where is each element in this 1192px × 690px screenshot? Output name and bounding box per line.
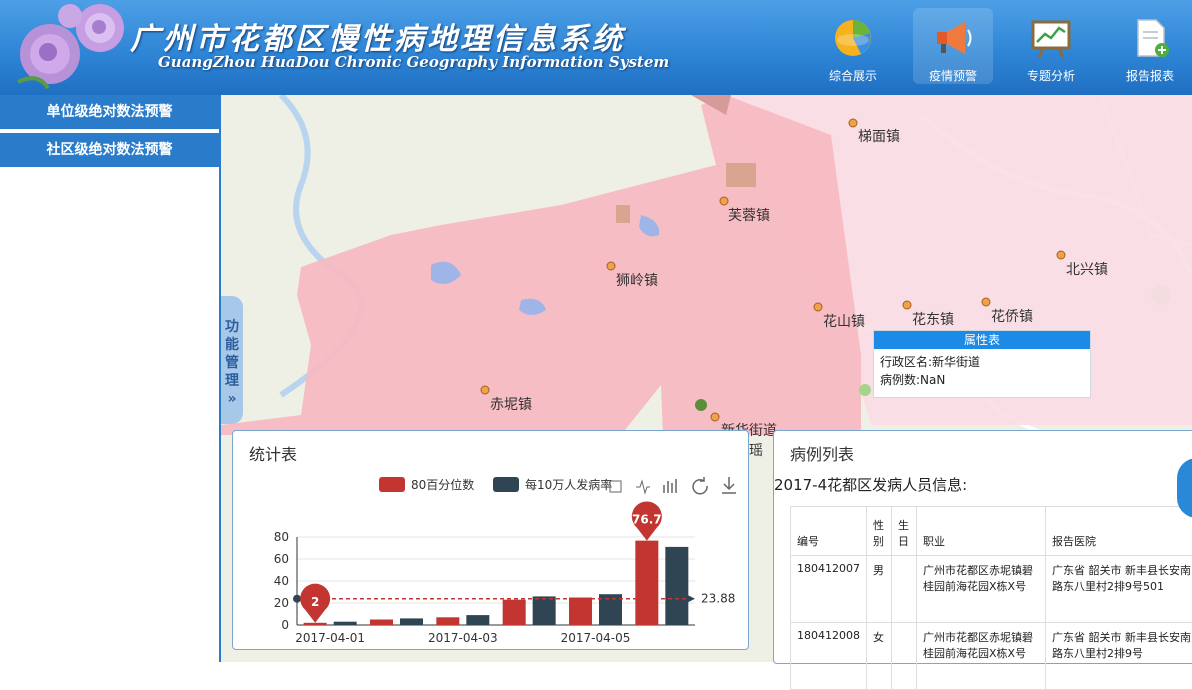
column-header-id: 编号 [791,507,867,556]
sidebar-item-community-warning[interactable]: 社区级绝对数法预警 [0,133,219,167]
bar-incidence [466,615,489,625]
statistics-panel: 统计表 0204060802017-04-012017-04-032017-04… [232,430,749,650]
bar-incidence [334,622,357,625]
town-label-timian: 梯面镇 [858,126,900,146]
average-markline-start [293,595,301,603]
bar-incidence [665,547,688,625]
nav-report[interactable]: 报告报表 [1110,8,1190,84]
statistics-chart: 0 20 40 60 80 2017-04-01 2017-04-03 2017-04-05 2… [233,431,748,649]
bar-switch-icon [664,479,676,493]
cell-occupation: 广州市花都区赤坭镇碧桂园前海花园X栋X号 [917,556,1046,623]
legend-label: 每10万人发病率 [525,477,612,492]
bar-percentile80 [436,617,459,625]
y-tick-label: 20 [274,596,289,610]
average-markline-arrow [687,595,695,603]
y-tick-label: 60 [274,552,289,566]
attribute-popup-title: 属性表 [874,331,1090,349]
attribute-popup: 属性表 行政区名:新华街道 病例数:NaN [873,330,1091,398]
app-title-cn: 广州市花都区慢性病地理信息系统 [130,14,625,58]
case-table: 编号 性别 生日 职业 报告医院 180412007 男 广州市花都区赤坭镇碧桂… [790,506,1192,690]
column-header-hospital: 报告医院 [1046,507,1192,556]
rose-logo-icon [8,2,128,92]
town-label-beixing: 北兴镇 [1066,259,1108,279]
case-list-subtitle: 2017-4花都区发病人员信息: [774,474,967,495]
app-title-en: GuangZhou HuaDou Chronic Geography Infor… [158,53,669,71]
bar-incidence [599,594,622,625]
legend-swatch [379,477,405,492]
cell-occupation: 广州市花都区赤坭镇碧桂园前海花园X栋X号 [917,623,1046,690]
nav-overview[interactable]: 综合展示 [813,8,893,84]
cell-hospital: 广东省 韶关市 新丰县长安南路东八里村2排9号501 [1046,556,1192,623]
x-tick-label: 2017-04-05 [561,631,631,645]
nav-thematic-analysis-label: 专题分析 [1011,67,1091,84]
save-image-icon [722,477,736,493]
sidebar-item-unit-warning[interactable]: 单位级绝对数法预警 [0,95,219,129]
column-header-occupation: 职业 [917,507,1046,556]
table-row[interactable]: 180412007 男 广州市花都区赤坭镇碧桂园前海花园X栋X号 广东省 韶关市… [791,556,1192,623]
column-header-gender: 性别 [867,507,892,556]
max-markpoint-label: 76.7 [632,513,662,527]
case-list-panel: 病例列表 2017-4花都区发病人员信息: 编号 性别 生日 职业 报告医院 1… [773,430,1192,664]
sidebar: 单位级绝对数法预警 社区级绝对数法预警 [0,95,221,662]
nav-epidemic-warning-label: 疫情预警 [913,67,993,84]
bar-percentile80 [503,600,526,625]
attribute-case-count: 病例数:NaN [874,371,1090,389]
cell-id: 180412007 [791,556,867,623]
y-tick-label: 0 [281,618,289,632]
town-label-huadong: 花东镇 [912,309,954,329]
attribute-district-name: 行政区名:新华街道 [874,353,1090,371]
expand-arrow-icon: » [227,391,236,407]
cell-gender: 女 [867,623,892,690]
app-header: 广州市花都区慢性病地理信息系统 GuangZhou HuaDou Chronic… [0,0,1192,95]
function-management-tab[interactable]: 功能管理 » [221,296,243,424]
nav-overview-label: 综合展示 [813,67,893,84]
column-header-birthday: 生日 [892,507,917,556]
y-tick-label: 40 [274,574,289,588]
megaphone-icon [931,16,975,60]
bar-percentile80 [304,623,327,625]
cell-gender: 男 [867,556,892,623]
y-tick-label: 80 [274,530,289,544]
town-label-shiling: 狮岭镇 [616,270,658,290]
legend-swatch [493,477,519,492]
bar-incidence [533,596,556,625]
cell-hospital: 广东省 韶关市 新丰县长安南路东八里村2排9号 [1046,623,1192,690]
town-label-huashan: 花山镇 [823,311,865,331]
bar-incidence [400,618,423,625]
bar-percentile80 [635,541,658,625]
line-chart-board-icon [1029,16,1073,60]
nav-epidemic-warning[interactable]: 疫情预警 [913,8,993,84]
line-switch-icon [636,481,650,493]
table-row[interactable]: 180412008 女 广州市花都区赤坭镇碧桂园前海花园X栋X号 广东省 韶关市… [791,623,1192,690]
x-tick-label: 2017-04-01 [295,631,365,645]
town-label-furong: 芙蓉镇 [728,205,770,225]
case-table-header-row: 编号 性别 生日 职业 报告医院 [791,507,1192,556]
town-label-huaqiao: 花侨镇 [991,306,1033,326]
min-markpoint-label: 2 [311,595,319,609]
average-markline-label: 23.88 [701,592,735,606]
restore-icon [693,477,707,494]
nav-thematic-analysis[interactable]: 专题分析 [1011,8,1091,84]
town-label-yao: 瑶 [749,440,763,460]
report-document-icon [1128,16,1172,60]
cell-id: 180412008 [791,623,867,690]
bar-percentile80 [569,598,592,626]
function-tab-label: 功能管理 [225,318,239,390]
x-tick-label: 2017-04-03 [428,631,498,645]
cell-birthday [892,556,917,623]
town-label-chini: 赤坭镇 [490,394,532,414]
bar-percentile80 [370,620,393,626]
pie-chart-icon [831,16,875,60]
legend-label: 80百分位数 [411,477,474,492]
cell-birthday [892,623,917,690]
case-list-panel-title: 病例列表 [790,441,854,465]
nav-report-label: 报告报表 [1110,67,1190,84]
